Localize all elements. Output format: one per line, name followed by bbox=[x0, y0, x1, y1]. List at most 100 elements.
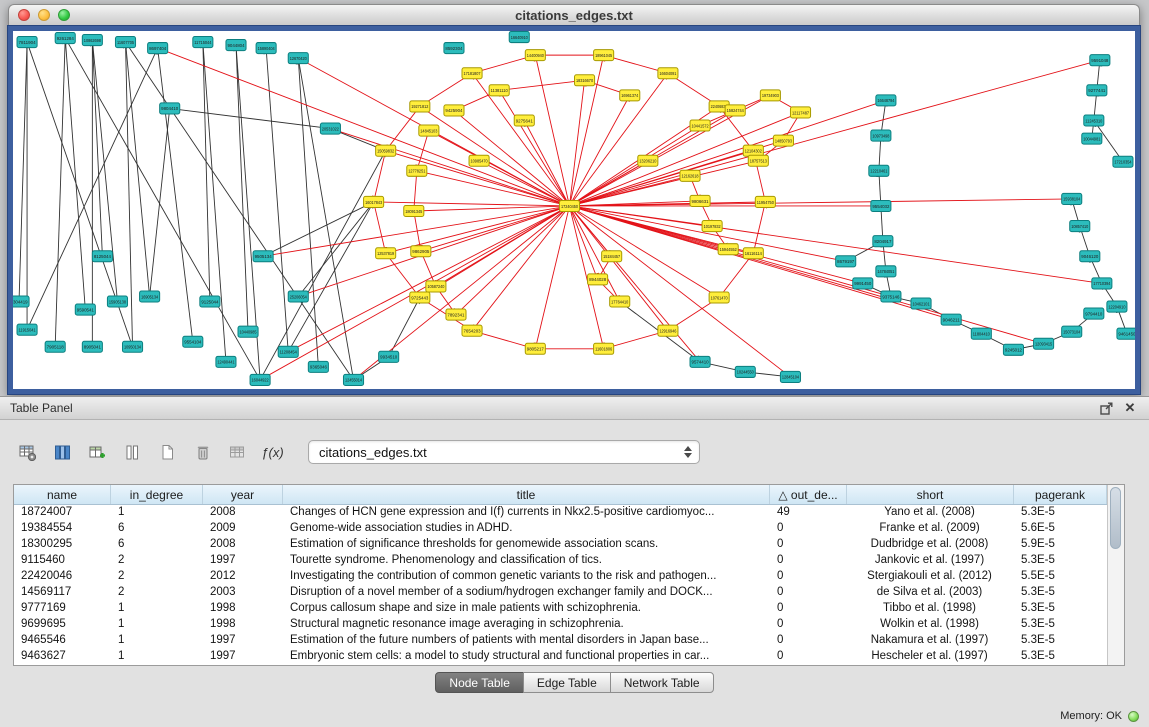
function-builder-button[interactable]: ƒ(x) bbox=[259, 439, 286, 466]
graph-node[interactable]: 14784051 bbox=[876, 266, 896, 277]
graph-node[interactable]: 10950134 bbox=[122, 341, 142, 352]
graph-node[interactable]: 9044804 bbox=[226, 40, 246, 51]
graph-node[interactable]: 17181807 bbox=[462, 68, 482, 79]
graph-node[interactable]: 9245012 bbox=[1003, 344, 1023, 355]
graph-node[interactable]: 15184457 bbox=[602, 251, 622, 262]
graph-node[interactable]: 12117487 bbox=[790, 107, 810, 118]
graph-node[interactable]: 7654203 bbox=[462, 325, 482, 336]
zoom-window-button[interactable] bbox=[58, 9, 70, 21]
graph-node[interactable]: 9862905 bbox=[411, 246, 431, 257]
tab-node-table[interactable]: Node Table bbox=[435, 672, 524, 693]
graph-node[interactable]: 11245310 bbox=[1084, 115, 1104, 126]
graph-edge[interactable] bbox=[170, 108, 331, 128]
graph-node[interactable]: 11381110 bbox=[489, 85, 509, 96]
delete-columns-button[interactable] bbox=[189, 439, 216, 466]
graph-edge[interactable] bbox=[569, 199, 1071, 206]
network-graph-canvas[interactable]: 1724045011954750121043022240683816604091… bbox=[13, 31, 1135, 389]
graph-node[interactable]: 12778251 bbox=[407, 165, 427, 176]
graph-node[interactable]: 17240450 bbox=[559, 200, 579, 211]
graph-node[interactable]: 9505134 bbox=[253, 251, 273, 262]
graph-edge[interactable] bbox=[374, 202, 570, 206]
table-row[interactable]: 969969511998Structural magnetic resonanc… bbox=[14, 617, 1107, 633]
graph-node[interactable]: 9461450 bbox=[1117, 328, 1135, 339]
graph-node[interactable]: 9794410 bbox=[1084, 308, 1104, 319]
graph-node[interactable]: 12104302 bbox=[743, 145, 763, 156]
graph-node[interactable]: 9934510 bbox=[379, 351, 399, 362]
graph-node[interactable]: 17710394 bbox=[1092, 278, 1112, 289]
graph-node[interactable]: 10440985 bbox=[238, 326, 258, 337]
graph-node[interactable]: 9375146 bbox=[881, 291, 901, 302]
graph-node[interactable]: 9554032 bbox=[871, 200, 891, 211]
graph-node[interactable]: 11915041 bbox=[17, 324, 37, 335]
graph-node[interactable]: 16604091 bbox=[658, 68, 678, 79]
graph-node[interactable]: 15938104 bbox=[1062, 193, 1082, 204]
window-titlebar[interactable]: citations_edges.txt bbox=[8, 4, 1140, 26]
graph-edge[interactable] bbox=[374, 151, 386, 202]
graph-node[interactable]: 9574410 bbox=[690, 356, 710, 367]
graph-edge[interactable] bbox=[719, 253, 753, 297]
graph-node[interactable]: 11954750 bbox=[755, 196, 775, 207]
new-column-button[interactable] bbox=[84, 439, 111, 466]
graph-edge[interactable] bbox=[158, 48, 193, 342]
graph-node[interactable]: 16905134 bbox=[140, 291, 160, 302]
graph-edge[interactable] bbox=[55, 38, 65, 347]
graph-edge[interactable] bbox=[420, 106, 570, 206]
graph-node[interactable]: 10244550 bbox=[735, 366, 755, 377]
tab-network-table[interactable]: Network Table bbox=[610, 672, 714, 693]
graph-node[interactable]: 18316670 bbox=[575, 75, 595, 86]
graph-node[interactable]: 12537819 bbox=[376, 248, 396, 259]
graph-node[interactable]: 12210461 bbox=[869, 165, 889, 176]
table-scrollbar[interactable] bbox=[1107, 485, 1124, 665]
graph-node[interactable]: 7892341 bbox=[446, 309, 466, 320]
minimize-window-button[interactable] bbox=[38, 9, 50, 21]
table-source-dropdown[interactable]: citations_edges.txt bbox=[308, 440, 700, 464]
graph-node[interactable]: 18757513 bbox=[748, 155, 768, 166]
column-header-in_degree[interactable]: in_degree bbox=[111, 485, 203, 504]
column-header-out_de[interactable]: △ out_de... bbox=[770, 485, 847, 504]
graph-node[interactable]: 14845103 bbox=[419, 125, 439, 136]
graph-node[interactable]: 9425904 bbox=[444, 105, 464, 116]
graph-node[interactable]: 12916946 bbox=[658, 325, 678, 336]
graph-node[interactable]: 12093415 bbox=[1034, 338, 1054, 349]
graph-edge[interactable] bbox=[569, 206, 1043, 344]
graph-node[interactable]: 11607705 bbox=[115, 37, 135, 48]
graph-node[interactable]: 10761470 bbox=[709, 292, 729, 303]
graph-node[interactable]: 16116114 bbox=[743, 248, 763, 259]
close-window-button[interactable] bbox=[18, 9, 30, 21]
graph-node[interactable]: 16044922 bbox=[250, 374, 270, 385]
graph-edge[interactable] bbox=[150, 108, 170, 296]
graph-node[interactable]: 8679197 bbox=[836, 256, 856, 267]
graph-edge[interactable] bbox=[260, 151, 386, 380]
graph-node[interactable]: 9805217 bbox=[525, 343, 545, 354]
scrollbar-thumb[interactable] bbox=[1110, 487, 1121, 549]
graph-node[interactable]: 12162618 bbox=[680, 170, 700, 181]
graph-node[interactable]: 7905118 bbox=[45, 341, 65, 352]
graph-node[interactable]: 17764410 bbox=[610, 296, 630, 307]
graph-node[interactable]: 10462101 bbox=[911, 298, 931, 309]
graph-node[interactable]: 8304419 bbox=[13, 296, 29, 307]
graph-edge[interactable] bbox=[65, 38, 85, 310]
graph-node[interactable]: 9554104 bbox=[183, 336, 203, 347]
graph-node[interactable]: 11715044 bbox=[193, 37, 213, 48]
graph-edge[interactable] bbox=[417, 171, 570, 206]
graph-node[interactable]: 16017843 bbox=[364, 196, 384, 207]
graph-node[interactable]: 9590541 bbox=[75, 304, 95, 315]
column-header-title[interactable]: title bbox=[283, 485, 770, 504]
graph-node[interactable]: 25206054 bbox=[288, 291, 308, 302]
graph-node[interactable]: 9261284 bbox=[55, 33, 75, 44]
graph-edge[interactable] bbox=[92, 40, 102, 256]
table-row[interactable]: 977716911998Corpus callosum shape and si… bbox=[14, 601, 1107, 617]
graph-edge[interactable] bbox=[569, 80, 584, 206]
table-row[interactable]: 946554611997Estimation of the future num… bbox=[14, 633, 1107, 649]
graph-node[interactable]: 14850793 bbox=[773, 135, 793, 146]
graph-edge[interactable] bbox=[499, 80, 584, 90]
close-panel-icon[interactable]: ✕ bbox=[1121, 400, 1139, 416]
graph-node[interactable]: 9125044 bbox=[200, 296, 220, 307]
graph-edge[interactable] bbox=[374, 202, 386, 253]
graph-node[interactable]: 12204910 bbox=[1107, 301, 1127, 312]
graph-node[interactable]: 12490441 bbox=[216, 356, 236, 367]
graph-node[interactable]: 15905138 bbox=[107, 296, 127, 307]
graph-node[interactable]: 19734903 bbox=[760, 90, 780, 101]
graph-edge[interactable] bbox=[19, 42, 27, 301]
graph-node[interactable]: 11601806 bbox=[594, 343, 614, 354]
